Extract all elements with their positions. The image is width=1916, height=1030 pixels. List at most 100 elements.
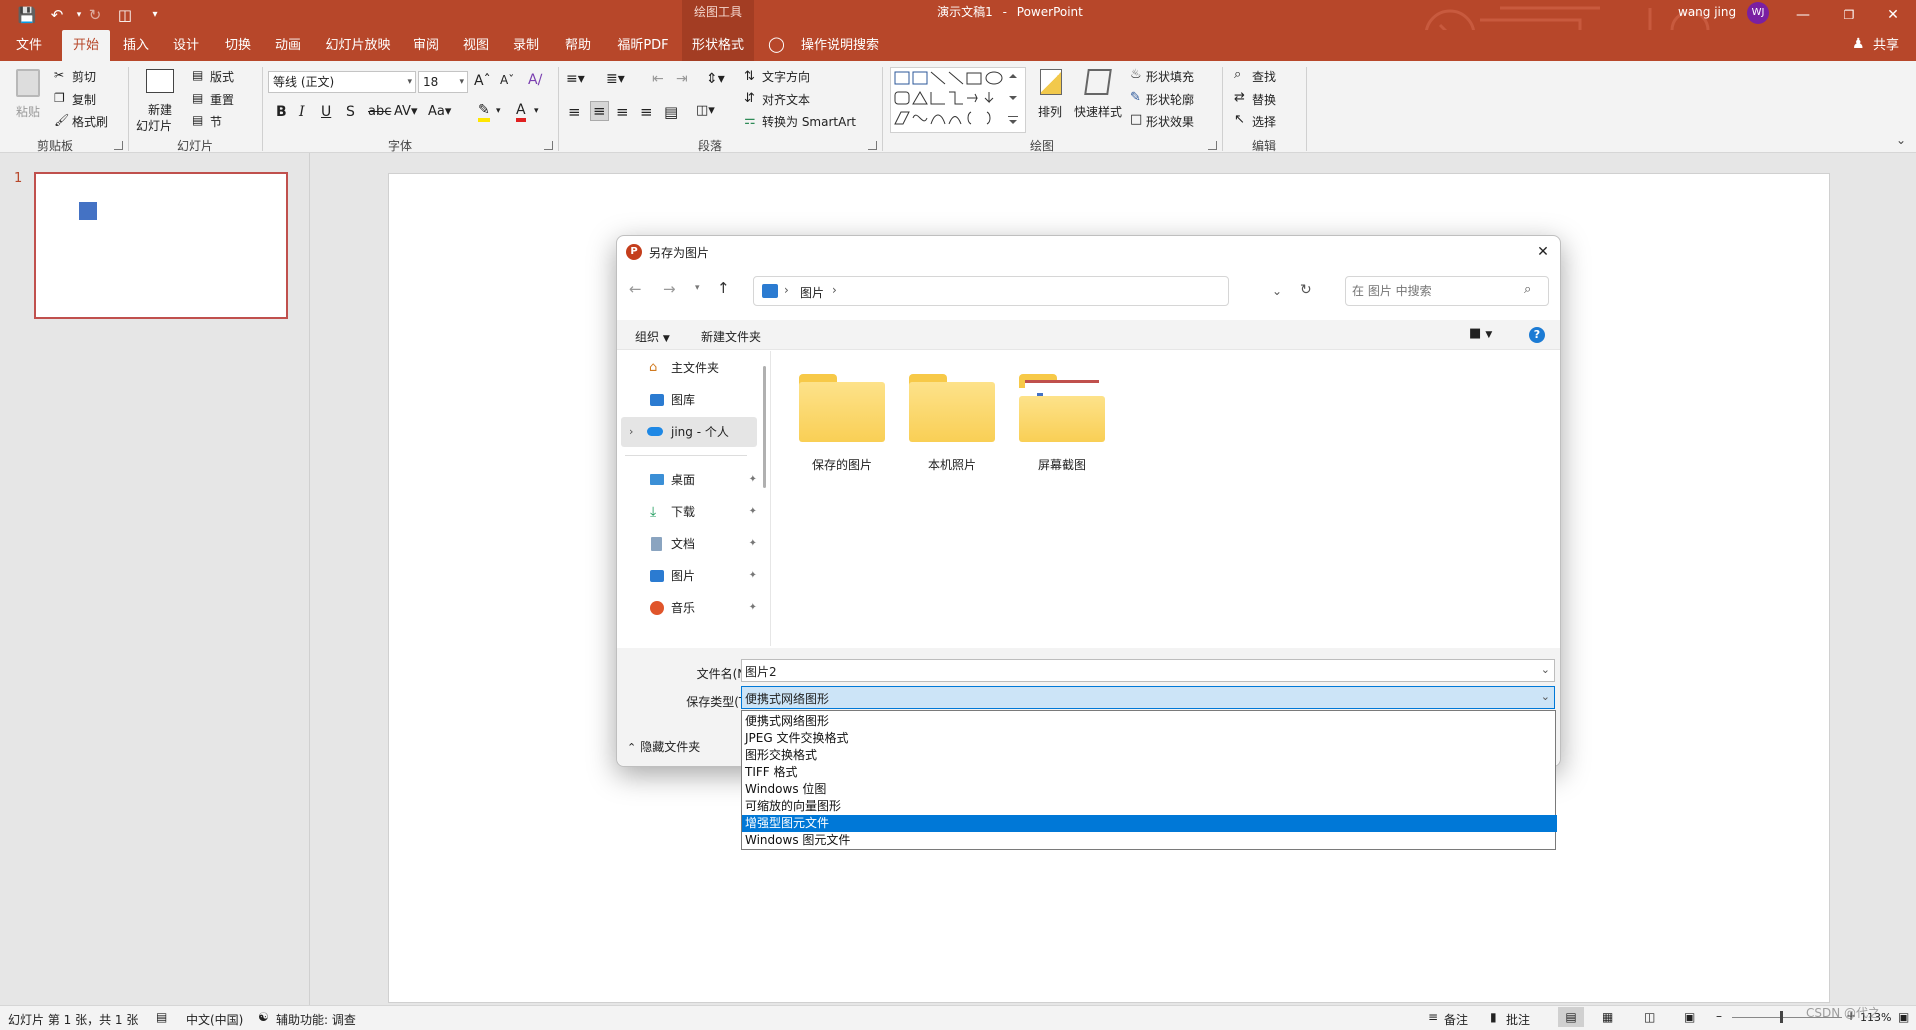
paragraph-dialog-launcher[interactable] [868,141,877,150]
tab-view[interactable]: 视图 [458,30,494,61]
undo-icon[interactable]: ↶ [46,4,68,26]
share-button[interactable]: 共享 [1868,30,1904,61]
savetype-option-selected[interactable]: 增强型图元文件 [742,815,1557,832]
nav-item-gallery[interactable]: 图库 [617,385,757,415]
tab-file[interactable]: 文件 [8,30,50,61]
chevron-down-icon[interactable]: ▾ [534,106,539,116]
text-direction-button[interactable]: 文字方向 [762,68,810,85]
font-size-combo[interactable]: 18 ▾ [418,71,468,93]
shadow-icon[interactable]: S [346,104,355,120]
slideshow-icon[interactable]: ▣ [1684,1010,1695,1024]
tab-foxit-pdf[interactable]: 福昕PDF [614,30,672,61]
chevron-down-icon[interactable]: ▾ [496,106,501,116]
normal-view-icon[interactable]: ▤ [1558,1007,1584,1027]
help-icon[interactable]: ? [1529,327,1545,343]
shrink-font-icon[interactable]: Aˇ [500,73,514,87]
font-dialog-launcher[interactable] [544,141,553,150]
slide-sorter-icon[interactable]: ▦ [1602,1010,1613,1024]
filename-input[interactable]: 图片2 ⌄ [741,659,1555,682]
hide-folders-button[interactable]: ⌃ 隐藏文件夹 [627,738,700,755]
collapse-ribbon-icon[interactable]: ⌄ [1896,133,1906,147]
nav-item-home[interactable]: ⌂ 主文件夹 [617,353,757,383]
copy-button[interactable]: 复制 [72,91,96,108]
line-spacing-icon[interactable]: ⇕▾ [706,71,725,87]
shape-outline-button[interactable]: 形状轮廓 [1146,91,1194,108]
convert-smartart-button[interactable]: 转换为 SmartArt [762,113,856,130]
tab-design[interactable]: 设计 [168,30,204,61]
accessibility-status[interactable]: 辅助功能: 调查 [276,1011,356,1028]
navigation-scrollbar[interactable] [763,366,766,488]
shape-fill-button[interactable]: 形状填充 [1146,68,1194,85]
font-color-icon[interactable]: A [516,102,526,122]
char-spacing-icon[interactable]: AV▾ [394,104,417,119]
user-name[interactable]: wang jing [1678,0,1736,24]
address-history-icon[interactable]: ⌄ [1272,284,1282,298]
underline-icon[interactable]: U [321,104,331,120]
font-name-combo[interactable]: 等线 (正文) ▾ [268,71,416,93]
tab-help[interactable]: 帮助 [560,30,596,61]
savetype-option[interactable]: 可缩放的向量图形 [742,798,1557,815]
clear-formatting-icon[interactable]: A∕ [528,72,542,88]
strikethrough-icon[interactable]: abc [368,104,391,119]
pin-icon[interactable]: ✦ [749,465,757,495]
select-button[interactable]: 选择 [1252,113,1276,130]
restore-button[interactable]: ❐ [1826,0,1872,30]
tab-animations[interactable]: 动画 [270,30,306,61]
numbering-icon[interactable]: ≣▾ [606,71,625,87]
savetype-option[interactable]: 图形交换格式 [742,747,1557,764]
forward-arrow-icon[interactable]: → [663,280,676,298]
dialog-close-button[interactable]: ✕ [1531,240,1555,264]
search-input[interactable] [1352,282,1512,300]
notes-button[interactable]: 备注 [1444,1011,1468,1028]
start-presentation-icon[interactable]: ◫ [114,4,136,26]
bold-icon[interactable]: B [276,104,287,120]
chevron-down-icon[interactable]: ⌄ [1541,690,1550,703]
bullets-icon[interactable]: ≡▾ [566,71,585,87]
decrease-indent-icon[interactable]: ⇤ [652,71,664,87]
tab-transitions[interactable]: 切换 [220,30,256,61]
nav-item-music[interactable]: 音乐 ✦ [617,593,757,623]
tab-slideshow[interactable]: 幻灯片放映 [322,30,394,61]
new-folder-button[interactable]: 新建文件夹 [701,328,761,345]
align-right-icon[interactable]: ≡ [616,103,629,121]
cut-button[interactable]: 剪切 [72,68,96,85]
organize-button[interactable]: 组织 ▼ [635,328,670,345]
paste-button[interactable]: 粘贴 [10,67,46,129]
drawing-dialog-launcher[interactable] [1208,141,1217,150]
save-icon[interactable]: 💾 [16,4,38,26]
nav-item-documents[interactable]: 文档 ✦ [617,529,757,559]
pin-icon[interactable]: ✦ [749,497,757,527]
comments-button[interactable]: 批注 [1506,1011,1530,1028]
savetype-option[interactable]: Windows 图元文件 [742,832,1557,849]
columns-icon[interactable]: ◫▾ [696,103,715,118]
italic-icon[interactable]: I [299,104,305,120]
tab-home[interactable]: 开始 [62,30,110,61]
pin-icon[interactable]: ✦ [749,593,757,623]
refresh-icon[interactable]: ↻ [1300,282,1312,298]
zoom-slider-thumb[interactable] [1780,1011,1783,1023]
search-box[interactable]: ⌕ [1345,276,1549,306]
nav-item-downloads[interactable]: ⤓ 下载 ✦ [617,497,757,527]
replace-button[interactable]: 替换 [1252,91,1276,108]
tab-record[interactable]: 录制 [508,30,544,61]
format-painter-button[interactable]: 格式刷 [72,113,108,130]
layout-button[interactable]: 版式 [210,68,234,85]
grow-font-icon[interactable]: Aˆ [474,73,491,89]
tab-shape-format[interactable]: 形状格式 [682,30,754,61]
user-avatar[interactable]: WJ [1747,2,1769,24]
chevron-down-icon[interactable]: ⌄ [1541,663,1550,676]
nav-item-onedrive[interactable]: › jing - 个人 [621,417,757,447]
view-options-icon[interactable]: ■ ▼ [1469,326,1492,341]
spelling-icon[interactable]: ▤ [156,1010,167,1024]
distributed-icon[interactable]: ▤ [664,103,678,121]
new-slide-button[interactable]: 新建 幻灯片 [136,67,184,137]
address-bar[interactable]: › 图片 › ⌄ ↻ [753,276,1312,306]
find-button[interactable]: 查找 [1252,68,1276,85]
align-text-button[interactable]: 对齐文本 [762,91,810,108]
slide-thumbnail[interactable] [34,172,288,319]
tab-insert[interactable]: 插入 [118,30,154,61]
pin-icon[interactable]: ✦ [749,529,757,559]
language-indicator[interactable]: 中文(中国) [186,1011,243,1028]
shapes-gallery[interactable] [890,67,1026,133]
savetype-option[interactable]: TIFF 格式 [742,764,1557,781]
